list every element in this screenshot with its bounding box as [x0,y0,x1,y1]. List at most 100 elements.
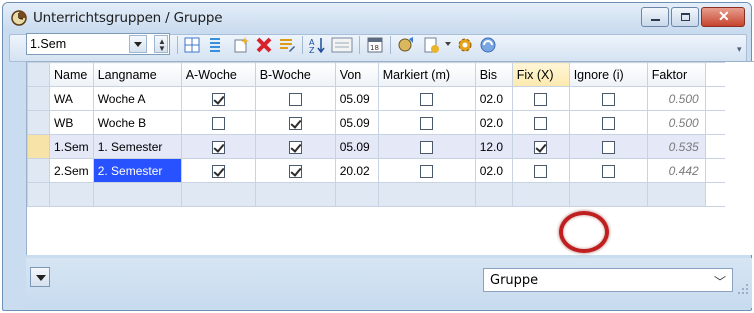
markiert-checkbox[interactable] [420,116,434,130]
faktor-cell[interactable]: 0.500 [646,110,706,135]
fix-checkbox[interactable] [534,140,548,154]
new-entry-row[interactable] [27,182,726,207]
faktor-cell[interactable]: 0.535 [646,134,706,159]
a-woche-checkbox[interactable] [211,140,225,154]
delete-icon[interactable] [255,36,273,54]
table-row[interactable]: WA Woche A 05.09 02.0 0.500 [27,86,726,111]
markiert-checkbox[interactable] [420,140,434,154]
empty-cell[interactable] [254,182,336,207]
layout-menu-button[interactable] [30,267,50,287]
column-header-ignore[interactable]: Ignore (i) [568,62,648,87]
langname-cell[interactable]: Woche A [92,86,182,111]
faktor-cell[interactable]: 0.442 [646,158,706,183]
bis-cell[interactable]: 02.0 [474,86,513,111]
empty-cell[interactable] [92,182,182,207]
column-header-langname[interactable]: Langname [92,62,182,87]
chevron-down-icon[interactable] [445,42,451,46]
name-cell[interactable]: 1.Sem [49,134,94,159]
fix-checkbox[interactable] [534,164,548,178]
ignore-cell[interactable] [568,134,648,159]
ignore-checkbox[interactable] [601,164,615,178]
toolbar-overflow-icon[interactable]: ▾ [737,44,742,55]
column-header-b-woche[interactable]: B-Woche [254,62,336,87]
a-woche-cell[interactable] [180,86,256,111]
edit-icon[interactable] [278,36,296,54]
von-cell[interactable]: 05.09 [334,110,379,135]
empty-cell[interactable] [568,182,648,207]
field-icon[interactable] [331,36,353,54]
columns-icon[interactable] [206,36,224,54]
a-woche-cell[interactable] [180,110,256,135]
sort-icon[interactable]: A Z [308,36,326,54]
empty-cell[interactable] [49,182,94,207]
column-header-von[interactable]: Von [334,62,379,87]
print-icon[interactable] [422,36,440,54]
fix-cell[interactable] [511,134,570,159]
ignore-checkbox[interactable] [601,116,615,130]
refresh-icon[interactable] [479,36,497,54]
name-cell[interactable]: 2.Sem [49,158,94,183]
row-selector[interactable] [27,86,50,111]
table-row[interactable]: 1.Sem 1. Semester 05.09 12.0 0.535 [27,134,726,159]
ignore-cell[interactable] [568,110,648,135]
b-woche-checkbox[interactable] [288,140,302,154]
gear-icon[interactable] [456,36,474,54]
name-cell[interactable]: WB [49,110,94,135]
column-header-fix[interactable]: Fix (X) [511,62,570,87]
spinner-button[interactable]: ▲ ▼ [154,35,168,53]
ignore-cell[interactable] [568,86,648,111]
b-woche-checkbox[interactable] [288,116,302,130]
view-select[interactable]: Gruppe ﹀ [483,268,733,292]
table-row[interactable]: 2.Sem 2. Semester 20.02 02.0 0.442 [27,158,726,183]
ignore-cell[interactable] [568,158,648,183]
close-button[interactable]: ✕ [701,7,745,27]
title-bar[interactable]: Unterrichtsgruppen / Gruppe ✕ [3,3,751,33]
von-cell[interactable]: 05.09 [334,134,379,159]
empty-cell[interactable] [334,182,379,207]
markiert-cell[interactable] [377,158,476,183]
minimize-button[interactable] [641,7,669,27]
column-header-faktor[interactable]: Faktor [646,62,706,87]
empty-cell[interactable] [704,182,726,207]
fix-checkbox[interactable] [534,92,548,106]
fix-cell[interactable] [511,86,570,111]
empty-cell[interactable] [511,182,570,207]
a-woche-cell[interactable] [180,158,256,183]
row-selector[interactable] [27,110,50,135]
markiert-cell[interactable] [377,86,476,111]
b-woche-cell[interactable] [254,110,336,135]
row-selector[interactable] [27,134,50,159]
a-woche-checkbox[interactable] [211,92,225,106]
empty-cell[interactable] [27,182,50,207]
langname-cell[interactable]: 2. Semester [92,158,182,183]
markiert-cell[interactable] [377,134,476,159]
markiert-checkbox[interactable] [420,164,434,178]
fix-checkbox[interactable] [534,116,548,130]
empty-cell[interactable] [180,182,256,207]
settings-icon[interactable] [397,36,415,54]
column-header-name[interactable]: Name [49,62,94,87]
b-woche-cell[interactable] [254,86,336,111]
maximize-button[interactable] [671,7,699,27]
ignore-checkbox[interactable] [601,140,615,154]
b-woche-cell[interactable] [254,134,336,159]
table-row[interactable]: WB Woche B 05.09 02.0 0.500 [27,110,726,135]
a-woche-checkbox[interactable] [211,116,225,130]
calendar-icon[interactable]: 18 [366,36,384,54]
bis-cell[interactable]: 02.0 [474,110,513,135]
a-woche-checkbox[interactable] [211,164,225,178]
column-header-a-woche[interactable]: A-Woche [180,62,256,87]
fix-cell[interactable] [511,110,570,135]
empty-cell[interactable] [474,182,513,207]
fix-cell[interactable] [511,158,570,183]
langname-cell[interactable]: 1. Semester [92,134,182,159]
b-woche-checkbox[interactable] [288,164,302,178]
ignore-checkbox[interactable] [601,92,615,106]
markiert-cell[interactable] [377,110,476,135]
markiert-checkbox[interactable] [420,92,434,106]
group-selector[interactable]: 1.Sem ▲ ▼ [26,33,170,55]
row-selector[interactable] [27,158,50,183]
a-woche-cell[interactable] [180,134,256,159]
faktor-cell[interactable]: 0.500 [646,86,706,111]
empty-cell[interactable] [377,182,476,207]
